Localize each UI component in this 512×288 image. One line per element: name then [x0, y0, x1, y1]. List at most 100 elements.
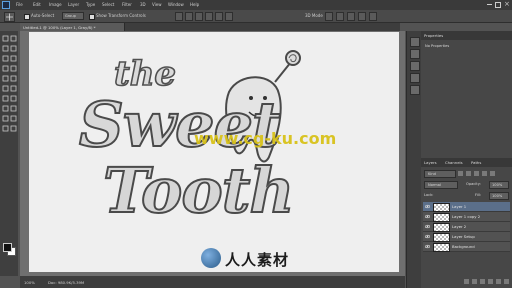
actions-panel-icon[interactable]: [410, 49, 420, 59]
align-buttons[interactable]: [175, 12, 235, 21]
layers-footer-icons[interactable]: [451, 279, 509, 285]
artwork-word-tooth: Tooth: [102, 154, 295, 227]
properties-tab[interactable]: Properties: [424, 33, 443, 38]
auto-select-dropdown[interactable]: Group: [62, 12, 84, 20]
menu-image[interactable]: Image: [49, 2, 62, 7]
layer-thumbnail: [433, 203, 450, 212]
blend-mode-dropdown[interactable]: Normal: [424, 181, 458, 189]
fill-field[interactable]: 100%: [489, 192, 509, 200]
healing-brush-tool-icon[interactable]: [2, 65, 9, 72]
dodge-tool-icon[interactable]: [10, 95, 17, 102]
minimize-icon[interactable]: [487, 4, 492, 5]
paths-tab[interactable]: Paths: [471, 160, 481, 165]
channels-tab[interactable]: Channels: [445, 160, 463, 165]
menu-view[interactable]: View: [152, 2, 162, 7]
menu-filter[interactable]: Filter: [122, 2, 132, 7]
character-panel-icon[interactable]: [410, 73, 420, 83]
visibility-eye-icon[interactable]: [424, 244, 431, 249]
menu-edit[interactable]: Edit: [33, 2, 41, 7]
fill-label: Fill:: [475, 193, 482, 197]
move-tool-preset-icon[interactable]: [4, 12, 15, 22]
history-brush-tool-icon[interactable]: [10, 75, 17, 82]
path-select-tool-icon[interactable]: [2, 115, 9, 122]
visibility-eye-icon[interactable]: [424, 214, 431, 219]
close-icon[interactable]: ×: [504, 0, 510, 8]
visibility-eye-icon[interactable]: [424, 234, 431, 239]
type-tool-icon[interactable]: [10, 105, 17, 112]
layer-thumbnail: [433, 233, 450, 242]
collapsed-panels-strip: [406, 31, 421, 288]
opacity-value: 100%: [492, 183, 503, 187]
layer-thumbnail: [433, 243, 450, 252]
zoom-tool-icon[interactable]: [10, 125, 17, 132]
layer-row[interactable]: Layer 1 copy 2: [423, 212, 510, 222]
layer-name: Layer 1 copy 2: [452, 214, 481, 219]
menu-window[interactable]: Window: [168, 2, 184, 7]
layer-row[interactable]: Layer Setup: [423, 232, 510, 242]
menu-bar: File Edit Image Layer Type Select Filter…: [0, 0, 512, 10]
layer-list: Layer 1 Layer 1 copy 2 Layer 2 Layer Setup B…: [421, 202, 512, 272]
menu-file[interactable]: File: [16, 2, 23, 7]
menu-help[interactable]: Help: [190, 2, 199, 7]
auto-select-checkbox[interactable]: [24, 14, 30, 20]
properties-body-text: No Properties: [425, 44, 450, 48]
layer-name: Background: [452, 244, 475, 249]
fill-value: 100%: [492, 194, 503, 198]
layer-filter-kind[interactable]: Kind: [424, 170, 456, 178]
visibility-eye-icon[interactable]: [424, 224, 431, 229]
layer-name: Layer 1: [452, 204, 467, 209]
maximize-icon[interactable]: [495, 2, 501, 8]
layer-row[interactable]: Layer 2: [423, 222, 510, 232]
layer-thumbnail: [433, 213, 450, 222]
eyedropper-tool-icon[interactable]: [10, 55, 17, 62]
gradient-tool-icon[interactable]: [10, 85, 17, 92]
layer-filter-icons[interactable]: [458, 171, 508, 177]
blur-tool-icon[interactable]: [2, 95, 9, 102]
menu-select[interactable]: Select: [102, 2, 114, 7]
lasso-tool-icon[interactable]: [2, 45, 9, 52]
opacity-field[interactable]: 100%: [489, 181, 509, 189]
pen-tool-icon[interactable]: [2, 105, 9, 112]
watermark-logo: 人人素材: [201, 248, 321, 270]
marquee-tool-icon[interactable]: [10, 35, 17, 42]
move-tool-icon[interactable]: [2, 35, 9, 42]
clone-stamp-tool-icon[interactable]: [2, 75, 9, 82]
document-tab-bar: Untitled-1 @ 100% (Layer 1, Gray/8) *: [20, 23, 400, 31]
menu-type[interactable]: Type: [86, 2, 95, 7]
quick-select-tool-icon[interactable]: [10, 45, 17, 52]
history-panel-icon[interactable]: [410, 37, 420, 47]
watermark-brand: 人人素材: [225, 251, 290, 269]
hand-tool-icon[interactable]: [2, 125, 9, 132]
layer-thumbnail: [433, 223, 450, 232]
layers-tab[interactable]: Layers: [424, 160, 437, 165]
brushes-panel-icon[interactable]: [410, 61, 420, 71]
properties-panel-header: Properties: [421, 31, 512, 40]
status-bar: 100% Doc: 980.9K/5.39M: [20, 276, 405, 288]
shape-tool-icon[interactable]: [10, 115, 17, 122]
layer-row[interactable]: Layer 1: [423, 202, 510, 212]
opacity-label: Opacity:: [466, 182, 481, 186]
visibility-eye-icon[interactable]: [424, 204, 431, 209]
document-tab[interactable]: Untitled-1 @ 100% (Layer 1, Gray/8) *: [20, 23, 125, 31]
layer-name: Layer 2: [452, 224, 467, 229]
3d-mode-icons[interactable]: [325, 12, 377, 21]
tools-panel: [0, 31, 18, 276]
brush-tool-icon[interactable]: [10, 65, 17, 72]
3d-mode-label: 3D Mode: [305, 13, 323, 18]
watermark-url: www.cg-ku.com: [194, 129, 337, 148]
document-canvas[interactable]: the Sweet Tooth www.cg-ku.com 人人素材: [29, 32, 399, 272]
foreground-color-swatch[interactable]: [3, 243, 12, 252]
document-tab-title: Untitled-1 @ 100% (Layer 1, Gray/8) *: [23, 25, 96, 30]
lock-label: Lock:: [424, 193, 434, 197]
document-info[interactable]: Doc: 980.9K/5.39M: [48, 280, 84, 285]
paragraph-panel-icon[interactable]: [410, 85, 420, 95]
crop-tool-icon[interactable]: [2, 55, 9, 62]
menu-3d[interactable]: 3D: [140, 2, 146, 7]
zoom-level[interactable]: 100%: [24, 280, 35, 285]
layer-row[interactable]: Background: [423, 242, 510, 252]
menu-layer[interactable]: Layer: [68, 2, 79, 7]
show-transform-checkbox[interactable]: [89, 14, 95, 20]
layer-name: Layer Setup: [452, 234, 475, 239]
layers-panel-header: Layers Channels Paths: [421, 158, 512, 167]
eraser-tool-icon[interactable]: [2, 85, 9, 92]
